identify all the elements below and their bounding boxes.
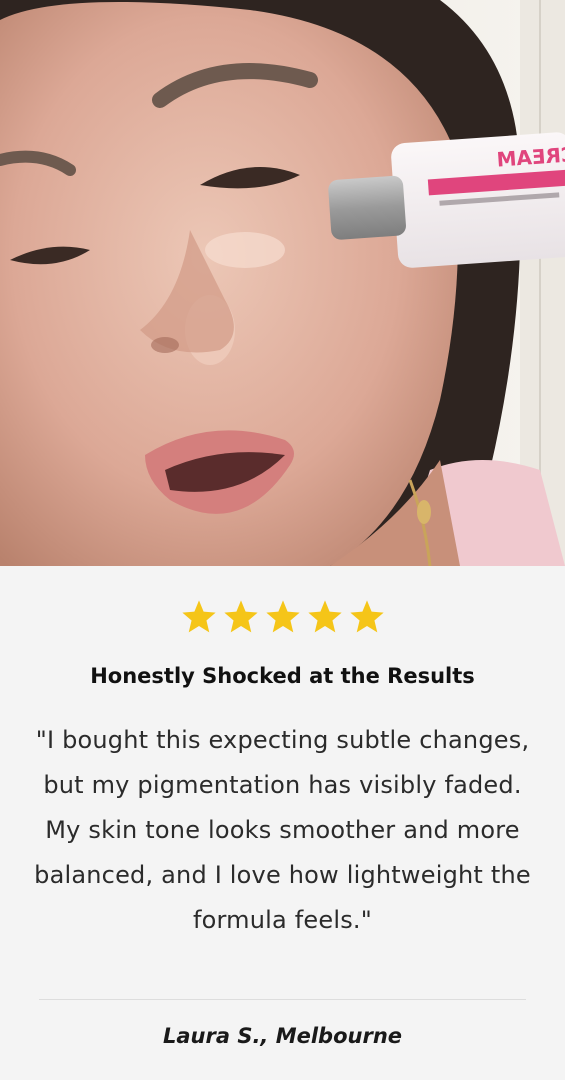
customer-photo: CREAM [0, 0, 565, 566]
review-text: "I bought this expecting subtle changes,… [34, 726, 531, 934]
product-label: CREAM [496, 142, 565, 171]
star-icon [265, 600, 300, 633]
star-icon [223, 600, 258, 633]
review-section: Honestly Shocked at the Results "I bough… [0, 566, 565, 1080]
star-icon [349, 600, 384, 633]
testimonial-card: CREAM Honestly Shocked at the Results "I… [0, 0, 565, 1080]
divider [39, 999, 526, 1000]
star-icon [307, 600, 342, 633]
star-icon [181, 600, 216, 633]
star-rating [0, 598, 565, 636]
review-author: Laura S., Melbourne [162, 1024, 403, 1048]
review-title: Honestly Shocked at the Results [90, 664, 475, 688]
